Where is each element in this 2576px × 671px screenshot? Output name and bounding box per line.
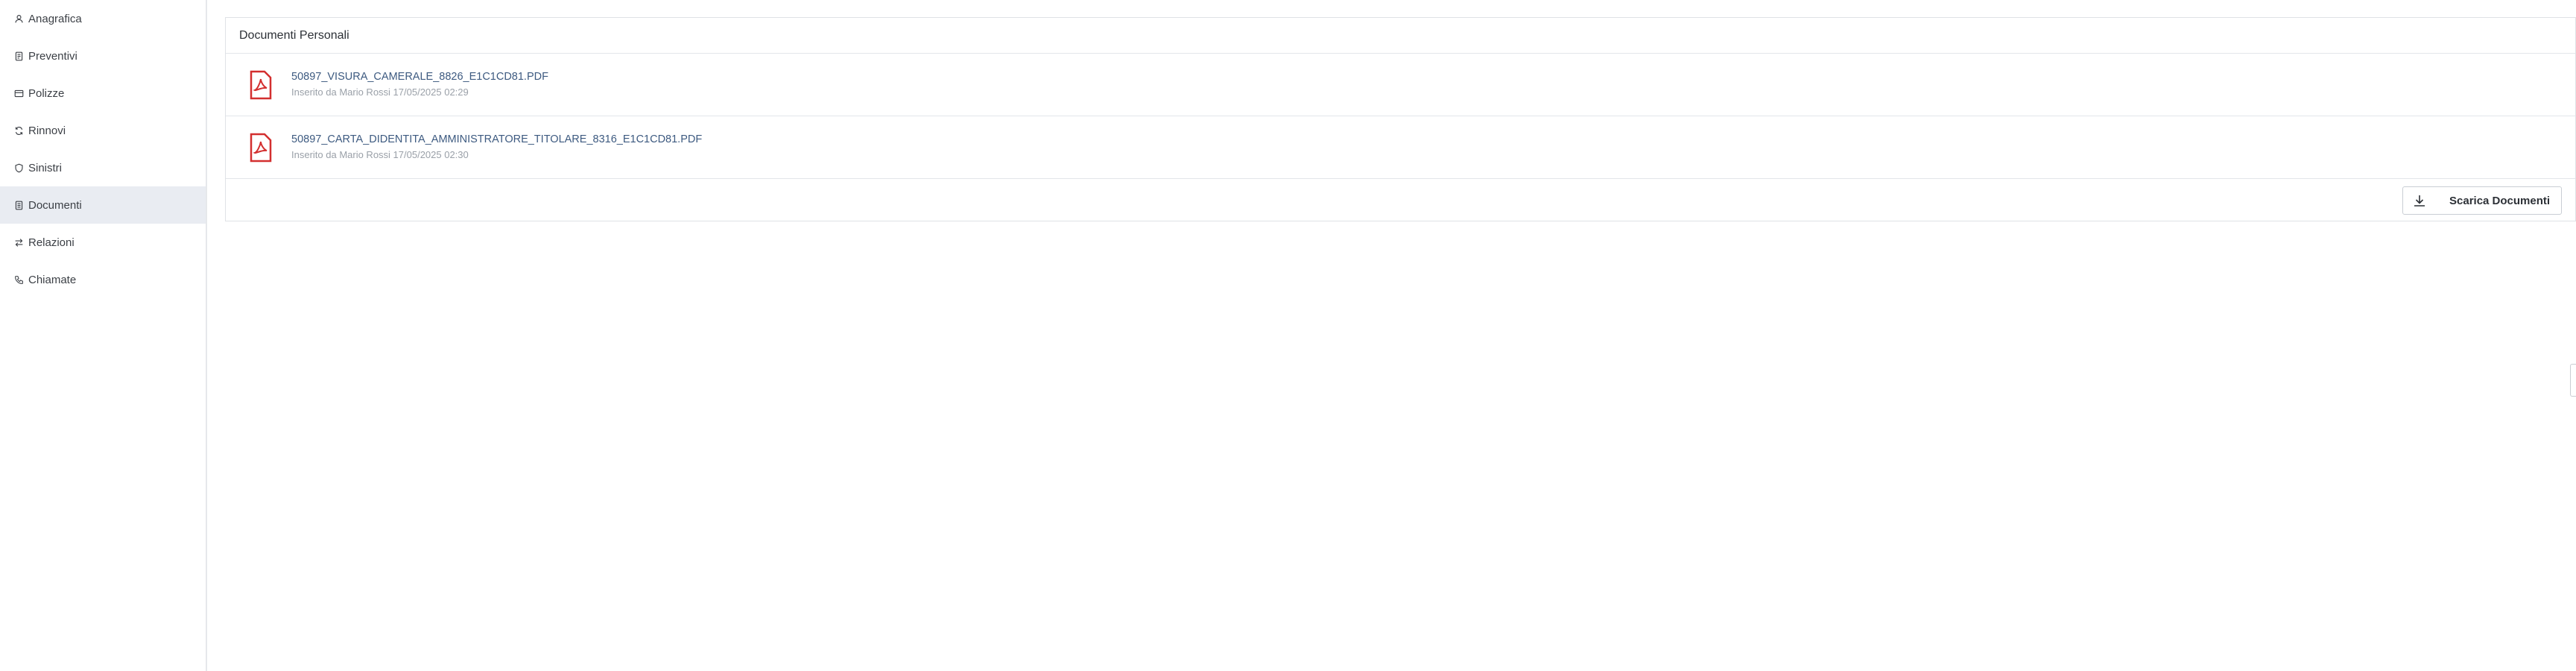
card-icon	[13, 88, 24, 98]
swap-icon	[13, 237, 24, 248]
file-link[interactable]: 50897_CARTA_DIDENTITA_AMMINISTRATORE_TIT…	[291, 132, 702, 147]
user-icon	[13, 13, 24, 24]
sidebar-item-relazioni[interactable]: Relazioni	[0, 224, 206, 261]
sidebar-item-polizze[interactable]: Polizze	[0, 75, 206, 112]
download-button-label: Scarica Documenti	[2449, 194, 2551, 207]
sidebar: Anagrafica Preventivi Polizze Rinnovi Si…	[0, 0, 207, 671]
sidebar-item-label: Preventivi	[28, 49, 77, 63]
pdf-icon[interactable]	[248, 70, 273, 100]
receipt-icon	[13, 51, 24, 61]
sidebar-item-chiamate[interactable]: Chiamate	[0, 261, 206, 298]
panel-footer: Scarica Documenti	[226, 179, 2575, 221]
sidebar-item-label: Rinnovi	[28, 124, 66, 137]
list-item: 50897_CARTA_DIDENTITA_AMMINISTRATORE_TIT…	[226, 116, 2575, 179]
sidebar-item-label: Anagrafica	[28, 12, 82, 25]
panel-title: Documenti Personali	[226, 18, 2575, 54]
file-meta: Inserito da Mario Rossi 17/05/2025 02:29	[291, 86, 469, 98]
sidebar-item-label: Relazioni	[28, 236, 75, 249]
sidebar-item-rinnovi[interactable]: Rinnovi	[0, 112, 206, 149]
side-panel-handle[interactable]	[2570, 364, 2576, 397]
file-meta: Inserito da Mario Rossi 17/05/2025 02:30	[291, 148, 469, 160]
sidebar-item-anagrafica[interactable]: Anagrafica	[0, 0, 206, 37]
sidebar-item-documenti[interactable]: Documenti	[0, 186, 206, 224]
sidebar-item-label: Chiamate	[28, 273, 77, 286]
sidebar-item-label: Sinistri	[28, 161, 63, 174]
download-icon	[2412, 193, 2427, 208]
download-documents-button[interactable]: Scarica Documenti	[2402, 186, 2562, 215]
sidebar-item-sinistri[interactable]: Sinistri	[0, 149, 206, 186]
list-item: 50897_VISURA_CAMERALE_8826_E1C1CD81.PDF …	[226, 54, 2575, 116]
sidebar-item-label: Polizze	[28, 86, 65, 100]
shield-icon	[13, 163, 24, 173]
document-icon	[13, 200, 24, 210]
sidebar-item-label: Documenti	[28, 198, 82, 212]
documents-panel: Documenti Personali 50897_VISURA_CAMERAL…	[225, 17, 2576, 221]
phone-icon	[13, 274, 24, 285]
file-link[interactable]: 50897_VISURA_CAMERALE_8826_E1C1CD81.PDF	[291, 69, 548, 84]
pdf-icon[interactable]	[248, 133, 273, 163]
sidebar-item-preventivi[interactable]: Preventivi	[0, 37, 206, 75]
refresh-icon	[13, 125, 24, 136]
